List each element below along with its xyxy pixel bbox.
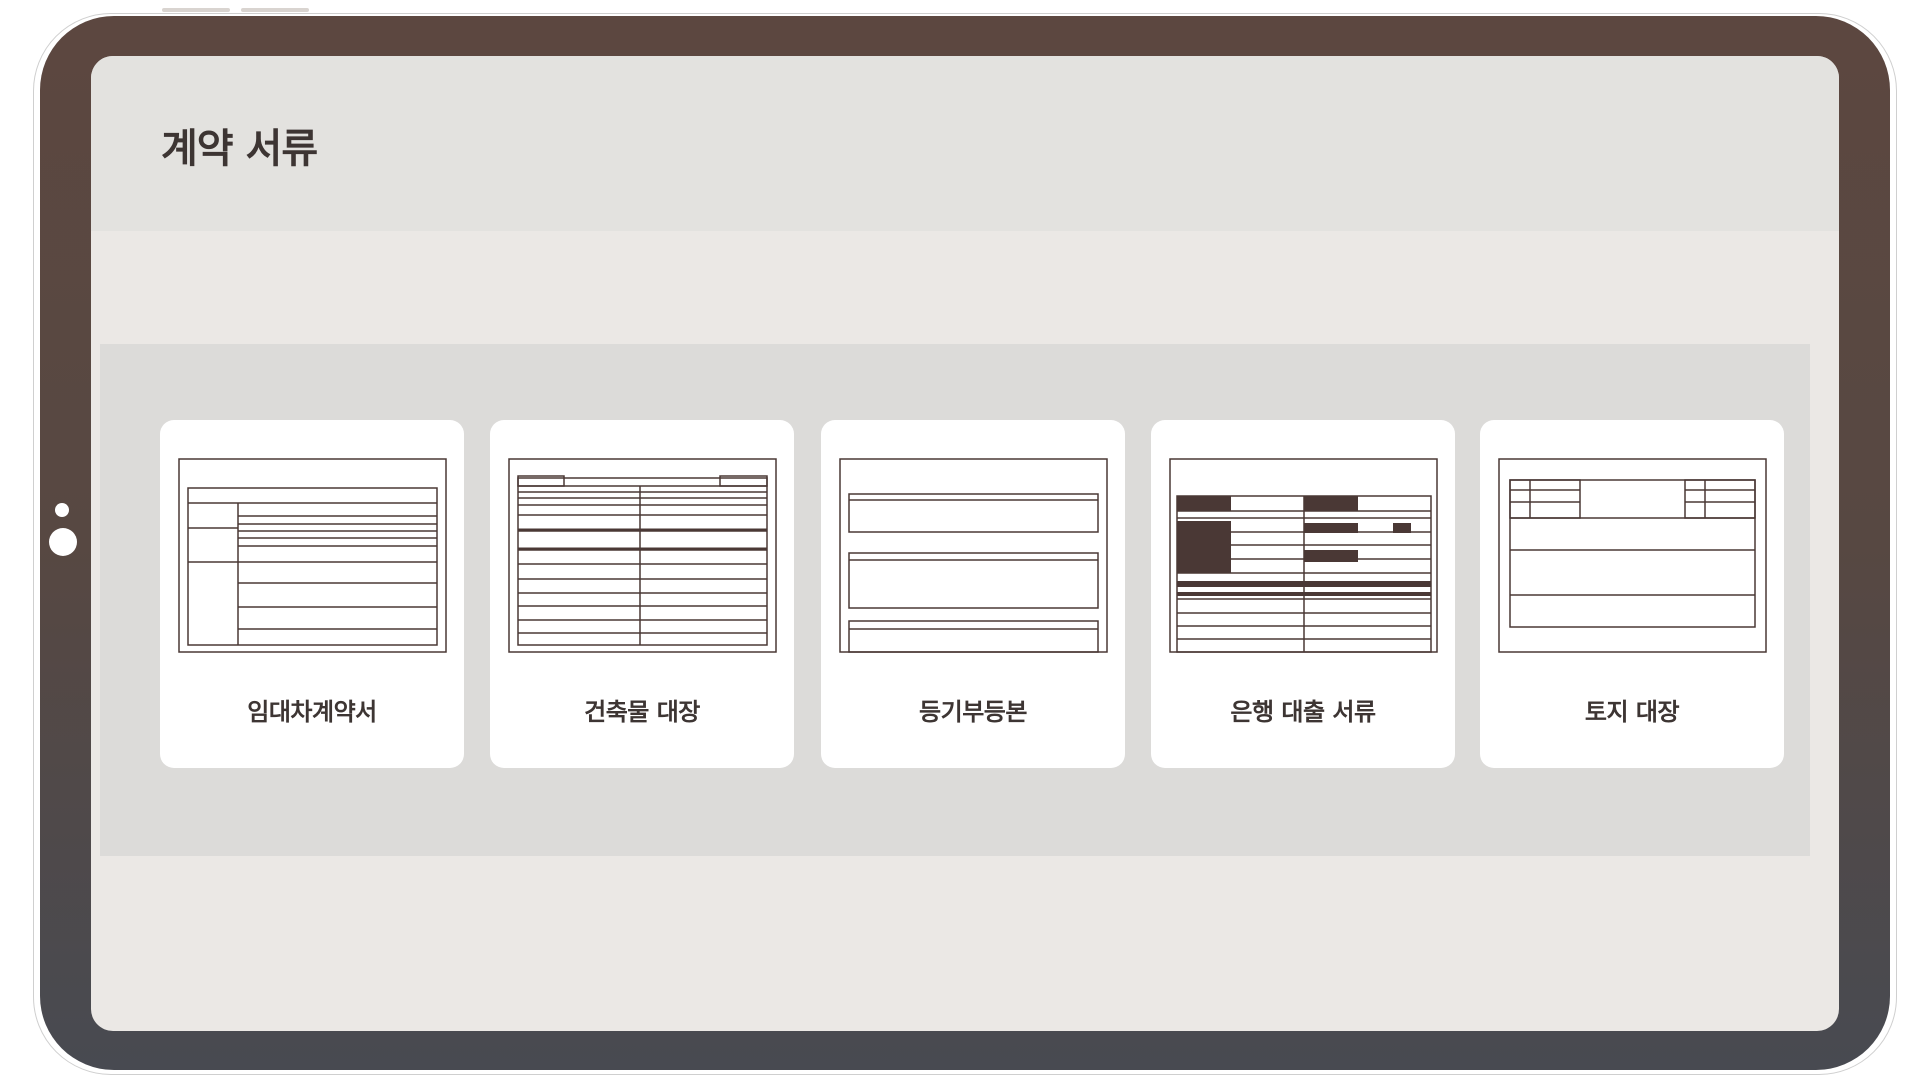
building-register-icon xyxy=(508,458,777,653)
top-tab-indicator-2 xyxy=(241,8,309,12)
card-label: 은행 대출 서류 xyxy=(1230,698,1376,726)
camera-lens-icon xyxy=(49,528,77,556)
card-bank-loan-documents[interactable]: 은행 대출 서류 xyxy=(1151,420,1455,768)
card-land-register[interactable]: 토지 대장 xyxy=(1480,420,1784,768)
card-label: 토지 대장 xyxy=(1584,698,1680,726)
land-register-icon xyxy=(1498,458,1767,653)
tablet-screen: 계약 서류 임대차계약서 건축물 대장 등기부등본 은행 대출 서류 토지 대장 xyxy=(91,56,1839,1031)
card-building-register[interactable]: 건축물 대장 xyxy=(490,420,794,768)
card-label: 등기부등본 xyxy=(919,698,1027,726)
property-registry-icon xyxy=(839,458,1108,653)
card-label: 임대차계약서 xyxy=(247,698,377,726)
lease-contract-icon xyxy=(178,458,447,653)
top-tab-indicator-1 xyxy=(162,8,230,12)
card-label: 건축물 대장 xyxy=(584,698,700,726)
card-property-registry[interactable]: 등기부등본 xyxy=(821,420,1125,768)
document-panel: 임대차계약서 건축물 대장 등기부등본 은행 대출 서류 토지 대장 xyxy=(100,344,1810,856)
page-title: 계약 서류 xyxy=(161,126,318,172)
camera-sensor-icon xyxy=(55,503,69,517)
page-header: 계약 서류 xyxy=(91,56,1839,231)
bank-loan-document-icon xyxy=(1169,458,1438,653)
card-lease-contract[interactable]: 임대차계약서 xyxy=(160,420,464,768)
